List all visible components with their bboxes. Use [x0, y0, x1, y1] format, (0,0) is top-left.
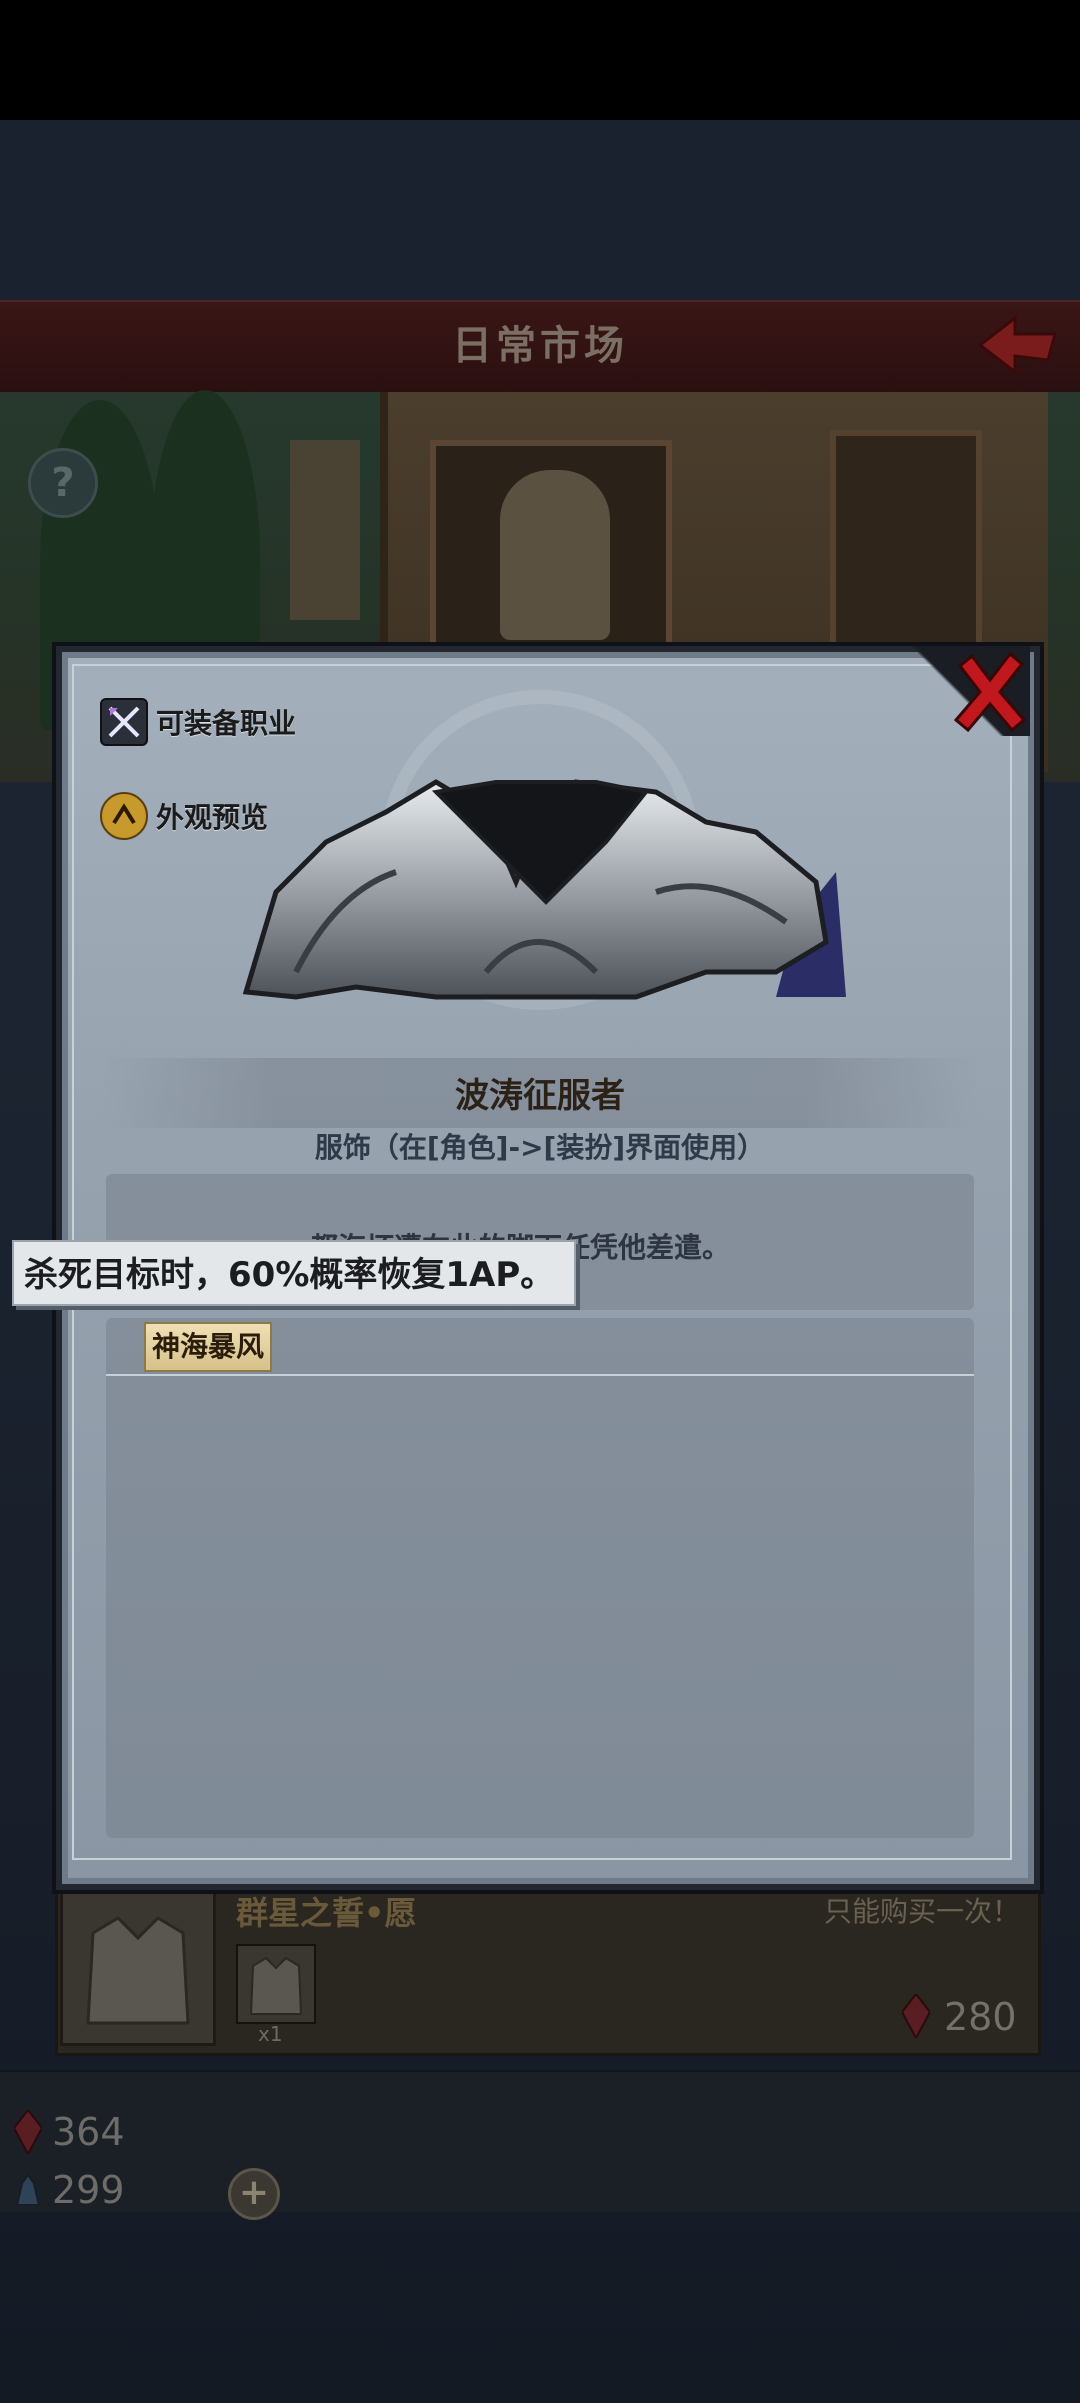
blue-gem-count: 299 [52, 2168, 125, 2212]
armor-icon [86, 1916, 190, 2025]
help-button[interactable]: ? [28, 448, 98, 518]
add-currency-button[interactable]: + [228, 2168, 280, 2220]
shop-item-thumbnail [60, 1890, 216, 2046]
page-title: 日常市场 [452, 323, 628, 369]
equip-class-label: 可装备职业 [156, 707, 297, 740]
red-gem-icon [14, 2110, 42, 2154]
shop-item-price: 280 [944, 1995, 1017, 2039]
merchant-figure [500, 470, 610, 640]
set-name-label[interactable]: 神海暴风 [144, 1322, 273, 1372]
reward-quantity: x1 [258, 2022, 283, 2046]
effect-tooltip: 杀死目标时，60%概率恢复1AP。 [12, 1240, 576, 1306]
red-gem-balance: 364 [14, 2110, 125, 2154]
armor-image [242, 779, 846, 1000]
crossed-weapons-icon [100, 698, 148, 746]
red-gem-icon [902, 1994, 930, 2038]
reward-icon [236, 1944, 316, 2024]
armor-mini-icon [249, 1956, 303, 2015]
status-bar [0, 0, 1080, 120]
back-arrow-icon[interactable] [970, 310, 1060, 380]
flag-decoration [290, 440, 360, 620]
close-icon[interactable] [954, 652, 1026, 732]
equip-class-button[interactable]: 可装备职业 [100, 696, 296, 748]
currency-bar [0, 2070, 1080, 2212]
shop-item-title: 群星之誓•愿 [236, 1894, 417, 1932]
blue-gem-balance: 299 [14, 2168, 125, 2212]
set-info-panel [106, 1318, 974, 1838]
divider [106, 1374, 974, 1376]
item-name: 波涛征服者 [455, 1076, 625, 1116]
item-type: 服饰（在[角色]->[装扮]界面使用） [314, 1131, 766, 1164]
preview-icon [100, 792, 148, 840]
blue-gem-icon [16, 2173, 40, 2206]
purchase-limit-note: 只能购买一次！ [823, 1895, 1020, 1928]
red-gem-count: 364 [52, 2110, 125, 2154]
